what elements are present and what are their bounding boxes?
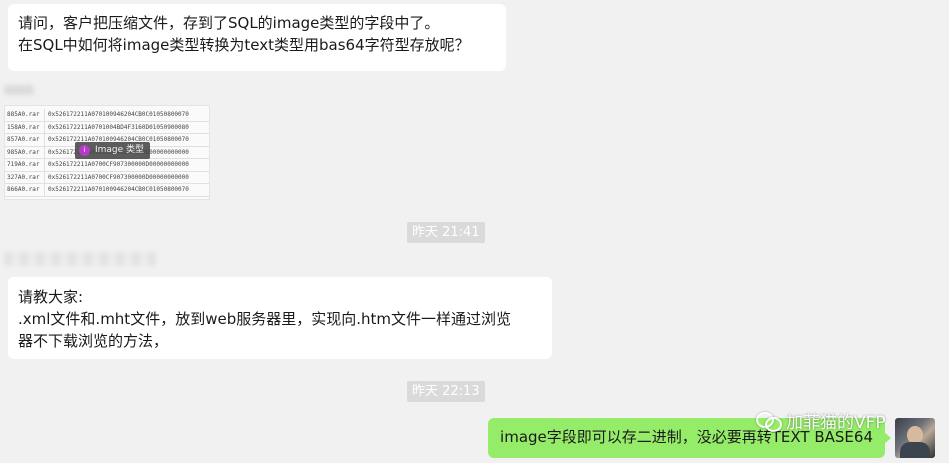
info-icon: i: [79, 145, 90, 156]
table-row: 885A0.rar 0x526172211A0701009462​04CB0C0…: [5, 109, 209, 122]
message-bubble-incoming[interactable]: 请教大家: .xml文件和.mht文件，放到web服务器里，实现向.htm文件一…: [8, 277, 552, 359]
message-text: .xml文件和.mht文件，放到web服务器里，实现向.htm文件一样通过浏览: [18, 310, 511, 328]
table-cell-name: 885A0.rar: [5, 109, 45, 121]
image-message[interactable]: 885A0.rar 0x526172211A0701009462​04CB0C0…: [4, 105, 210, 200]
table-cell-value: 0x526172211A0701009462​04CB0C01050800070: [48, 111, 189, 118]
table-cell-name: 985A0.rar: [5, 146, 45, 158]
table-row: 158A0.rar 0x526172211A0701004BD4F3160D01…: [5, 121, 209, 134]
table-cell-value: 0x526172211A0700CF907300000D00000000000: [48, 161, 189, 168]
tooltip-text: Image 类型: [95, 145, 145, 155]
table-cell-name: 327A0.rar: [5, 171, 45, 183]
table-row: 866A0.rar 0x526172211A07010094620​4CB0C0…: [5, 184, 209, 197]
tooltip: i Image 类型: [75, 142, 151, 159]
watermark: 加菲猫的VFP: [756, 408, 886, 433]
table-cell-name: 857A0.rar: [5, 134, 45, 146]
table-row: 327A0.rar 0x526172211A0700CF907300000D00…: [5, 171, 209, 184]
watermark-text: 加菲猫的VFP: [786, 412, 886, 433]
message-text: 器不下载浏览的方法，: [18, 332, 169, 350]
blurred-sender-name: [4, 85, 34, 95]
table-cell-name: 866A0.rar: [5, 184, 45, 196]
message-text: 在SQL中如何将image类型转换为text类型用bas64字符型存放呢？: [18, 36, 470, 54]
table-cell-value: 0x526172211A0701004BD4F3160D01050900080: [48, 123, 189, 131]
wechat-logo-icon: [756, 410, 782, 432]
table-cell-name: 719A0.rar: [5, 159, 45, 171]
avatar-body: [900, 442, 930, 458]
table-row: 719A0.rar 0x526172211A0700CF907300000D00…: [5, 159, 209, 172]
message-text: 请教大家:: [18, 288, 84, 306]
table-cell-value: 0x526172211A07010094620​4CB0C01050800070: [48, 186, 189, 193]
timestamp: 昨天 21:41: [407, 222, 485, 243]
timestamp: 昨天 22:13: [407, 381, 485, 402]
message-text: 请问，客户把压缩文件，存到了SQL的image类型的字段中了。: [18, 14, 440, 32]
message-bubble-incoming[interactable]: 请问，客户把压缩文件，存到了SQL的image类型的字段中了。 在SQL中如何将…: [8, 4, 506, 71]
blurred-sender-name: [4, 252, 156, 266]
avatar[interactable]: [895, 418, 935, 458]
table-cell-name: 158A0.rar: [5, 121, 45, 133]
table-cell-value: 0x526172211A0700CF907300000D00000000000: [48, 173, 189, 181]
